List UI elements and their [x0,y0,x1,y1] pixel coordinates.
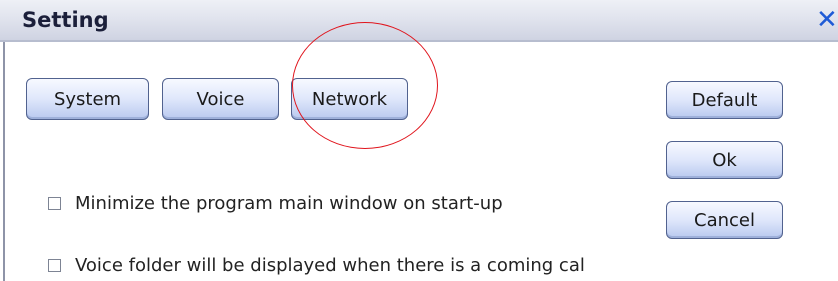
title-bar: Setting ✕ [0,0,838,42]
tab-network[interactable]: Network [291,78,408,120]
ok-button[interactable]: Ok [666,141,783,179]
voice-folder-label: Voice folder will be displayed when ther… [75,255,585,276]
option-minimize-on-startup: Minimize the program main window on star… [48,193,503,214]
cancel-button[interactable]: Cancel [666,201,783,239]
voice-folder-checkbox[interactable] [48,259,61,272]
tab-system[interactable]: System [26,78,149,120]
window-title: Setting [22,8,109,32]
panel-border [3,42,5,281]
tab-voice[interactable]: Voice [162,78,279,120]
default-button[interactable]: Default [666,81,783,119]
option-voice-folder: Voice folder will be displayed when ther… [48,255,585,276]
minimize-checkbox[interactable] [48,197,61,210]
minimize-label: Minimize the program main window on star… [75,193,503,214]
close-icon[interactable]: ✕ [816,4,838,36]
